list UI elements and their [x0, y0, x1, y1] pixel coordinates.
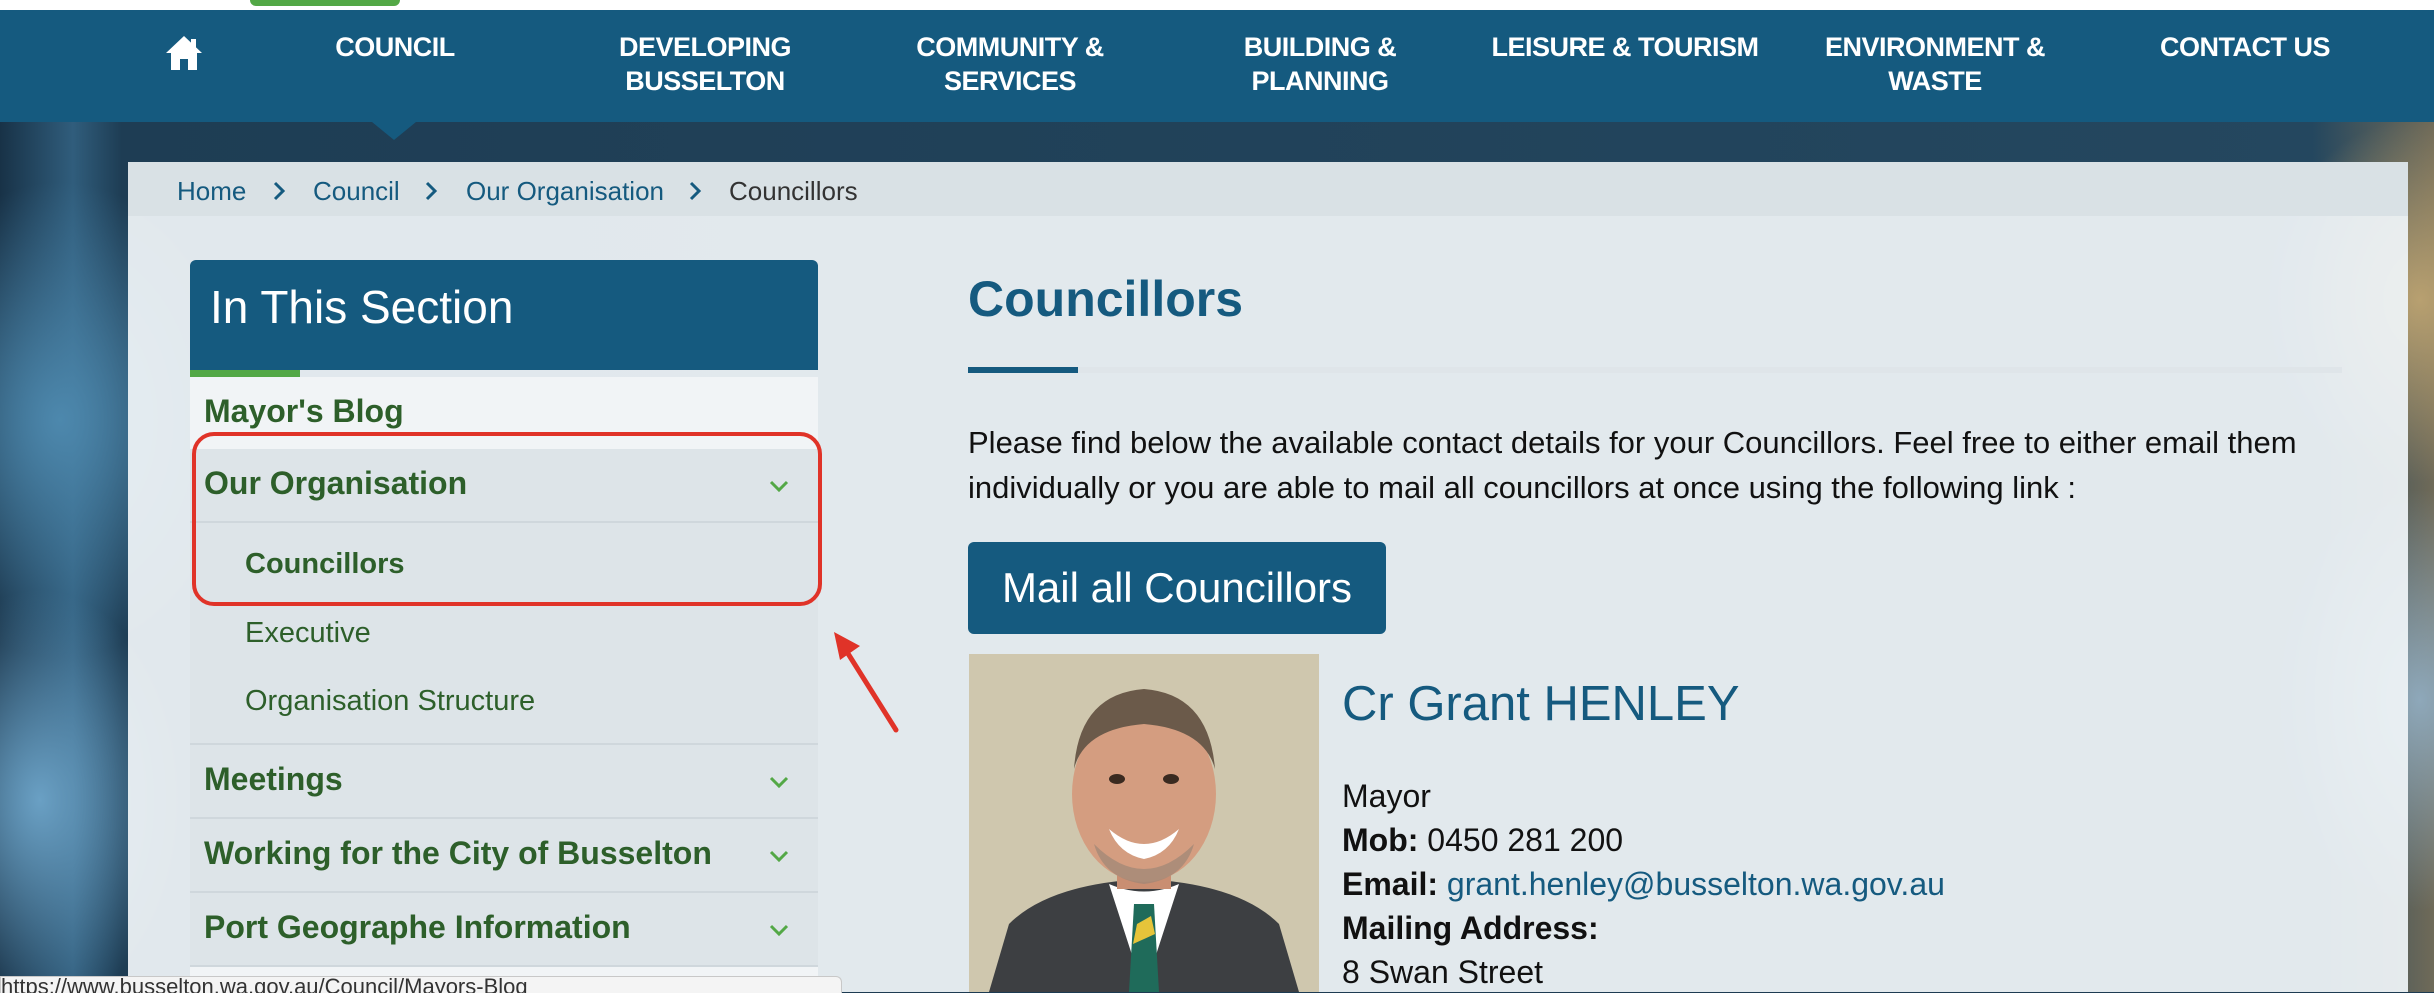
- title-divider-accent: [968, 367, 1078, 373]
- sidebar-item-meetings[interactable]: Meetings: [190, 745, 818, 819]
- nav-label-line1: ENVIRONMENT &: [1824, 32, 2046, 62]
- breadcrumb-councillors: Councillors: [729, 176, 858, 206]
- councillor-address-label: Mailing Address:: [1342, 910, 1599, 947]
- email-link[interactable]: grant.henley@busselton.wa.gov.au: [1447, 866, 1945, 902]
- sidebar-item-label: Port Geographe Information: [204, 909, 631, 945]
- chevron-right-icon: [689, 181, 702, 201]
- sidebar-item-label: Mayor's Blog: [204, 393, 404, 429]
- highlight-annotation: [192, 432, 822, 606]
- nav-label-line1: CONTACT US: [2160, 32, 2331, 62]
- councillor-email: Email: grant.henley@busselton.wa.gov.au: [1342, 866, 1945, 903]
- annotation-arrow-icon: [834, 632, 899, 733]
- browser-status-bar: https://www.busselton.wa.gov.au/Council/…: [0, 976, 842, 993]
- page-title: Councillors: [968, 271, 1244, 327]
- breadcrumb-council[interactable]: Council: [313, 176, 400, 207]
- address-label: Mailing Address:: [1342, 910, 1599, 946]
- home-icon[interactable]: [164, 34, 204, 72]
- nav-label-line1: BUILDING &: [1243, 32, 1397, 62]
- nav-building-planning[interactable]: BUILDING & PLANNING: [1190, 30, 1450, 98]
- sidebar-item-working-for-city[interactable]: Working for the City of Busselton: [190, 819, 818, 893]
- mail-all-councillors-button[interactable]: Mail all Councillors: [968, 542, 1386, 634]
- councillor-mobile: Mob: 0450 281 200: [1342, 822, 1623, 859]
- nav-council-label: COUNCIL: [335, 32, 455, 62]
- chevron-down-icon[interactable]: [768, 923, 790, 937]
- nav-label-line2: BUSSELTON: [625, 66, 785, 96]
- email-label: Email:: [1342, 866, 1439, 902]
- nav-label-line2: WASTE: [1888, 66, 1982, 96]
- intro-text: Please find below the available contact …: [968, 425, 2297, 505]
- sidebar-item-label: Meetings: [204, 761, 343, 797]
- chevron-right-icon: [425, 181, 438, 201]
- nav-contact-us[interactable]: CONTACT US: [2140, 30, 2350, 64]
- main-nav: COUNCIL DEVELOPING BUSSELTON COMMUNITY & S…: [0, 0, 2434, 122]
- mobile-label: Mob:: [1342, 822, 1419, 858]
- sidebar-subitem-executive[interactable]: Executive: [245, 617, 371, 650]
- chevron-down-icon[interactable]: [768, 775, 790, 789]
- sidebar-item-port-geographe[interactable]: Port Geographe Information: [190, 893, 818, 967]
- nav-community-services[interactable]: COMMUNITY & SERVICES: [880, 30, 1140, 98]
- councillor-address: 8 Swan Street: [1342, 954, 1543, 990]
- nav-environment-waste[interactable]: ENVIRONMENT & WASTE: [1810, 30, 2060, 98]
- title-divider: [968, 367, 2342, 373]
- councillor-role: Mayor: [1342, 778, 1431, 814]
- nav-label-line2: PLANNING: [1251, 66, 1390, 96]
- chevron-right-icon: [273, 181, 286, 201]
- councillor-photo: [969, 654, 1319, 992]
- chevron-down-icon[interactable]: [768, 849, 790, 863]
- nav-label-line1: DEVELOPING: [618, 32, 792, 62]
- mobile-value: 0450 281 200: [1427, 822, 1624, 858]
- active-nav-pointer: [372, 122, 416, 140]
- breadcrumb-our-organisation[interactable]: Our Organisation: [466, 176, 664, 207]
- sidebar-accent: [190, 370, 300, 377]
- nav-label-line1: COMMUNITY &: [916, 32, 1104, 62]
- nav-council[interactable]: COUNCIL: [330, 30, 460, 64]
- sidebar-item-label: Working for the City of Busselton: [204, 835, 712, 871]
- top-decoration: [0, 0, 2434, 10]
- nav-label-line1: LEISURE & TOURISM: [1491, 32, 1759, 62]
- nav-label-line2: SERVICES: [943, 66, 1077, 96]
- sidebar-title: In This Section: [210, 281, 514, 333]
- status-url: https://www.busselton.wa.gov.au/Council/…: [1, 976, 528, 993]
- nav-leisure-tourism[interactable]: LEISURE & TOURISM: [1490, 30, 1760, 64]
- councillor-name: Cr Grant HENLEY: [1342, 677, 1740, 731]
- sidebar-subitem-organisation-structure[interactable]: Organisation Structure: [245, 685, 535, 718]
- breadcrumb-home[interactable]: Home: [177, 176, 246, 207]
- nav-developing-busselton[interactable]: DEVELOPING BUSSELTON: [570, 30, 840, 98]
